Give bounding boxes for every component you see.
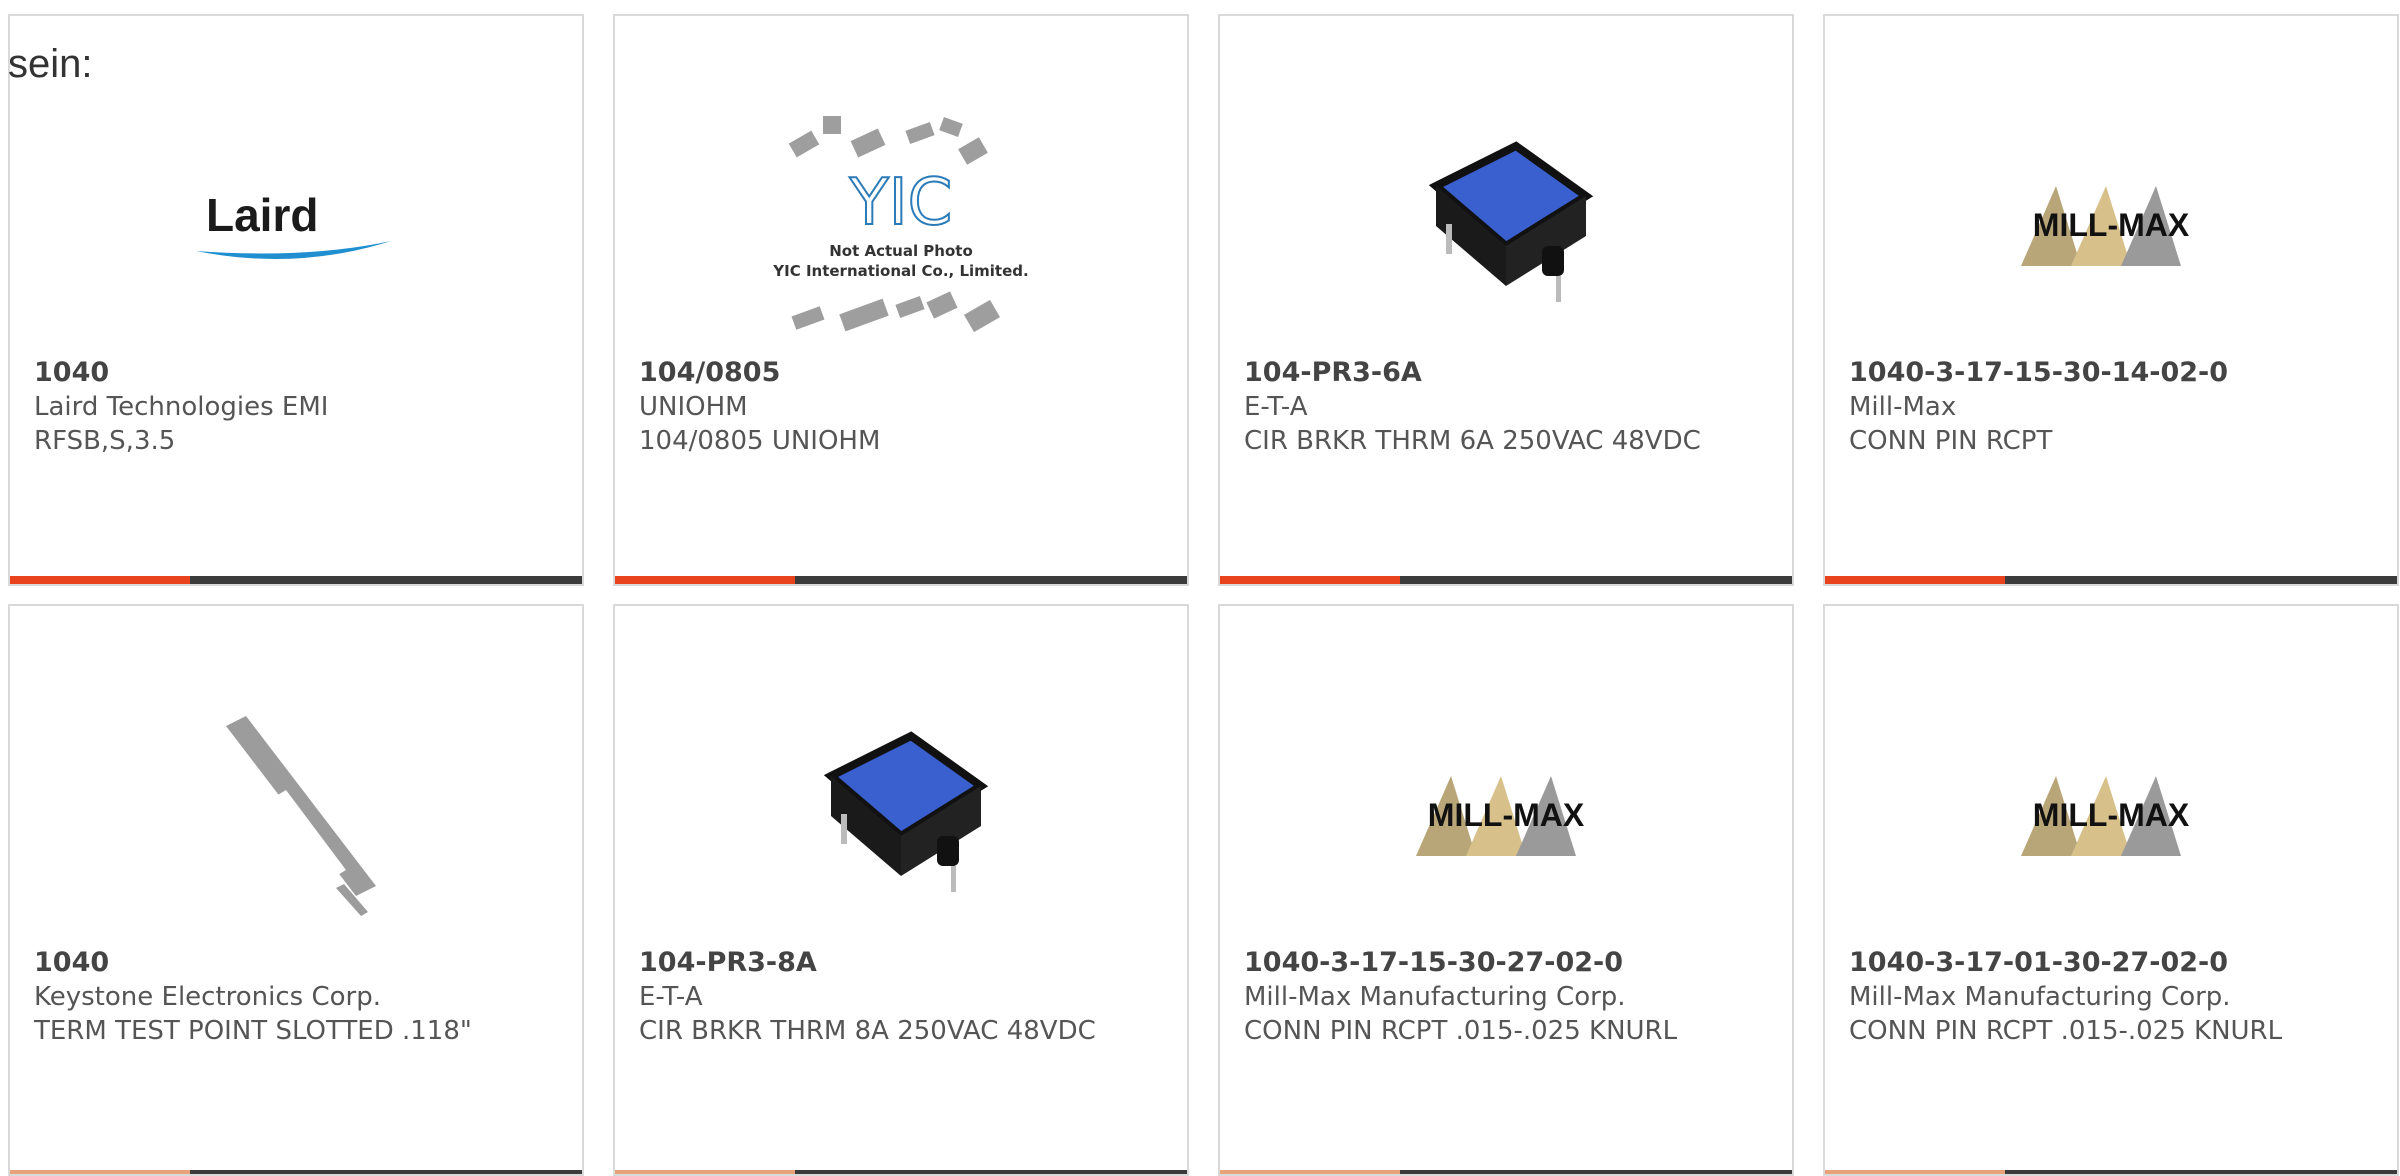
part-number[interactable]: 1040 xyxy=(34,946,558,980)
part-number[interactable]: 1040-3-17-01-30-27-02-0 xyxy=(1849,946,2373,980)
part-number[interactable]: 104-PR3-6A xyxy=(1244,356,1768,390)
circuit-breaker-image xyxy=(615,686,1187,946)
manufacturer: E-T-A xyxy=(1244,392,1308,422)
yic-logo-text: YIC xyxy=(849,166,953,240)
description: RFSB,S,3.5 xyxy=(34,426,176,456)
product-card[interactable]: 1040 Keystone Electronics Corp. TERM TES… xyxy=(8,604,584,1176)
part-number[interactable]: 1040-3-17-15-30-14-02-0 xyxy=(1849,356,2373,390)
card-bar xyxy=(1825,1170,2397,1174)
description: CIR BRKR THRM 6A 250VAC 48VDC xyxy=(1244,426,1701,456)
part-number[interactable]: 104/0805 xyxy=(639,356,1163,390)
mill-max-logo-image: MILL-MAX xyxy=(1825,686,2397,946)
part-number[interactable]: 1040-3-17-15-30-27-02-0 xyxy=(1244,946,1768,980)
photo-caption-2: YIC International Co., Limited. xyxy=(772,262,1028,280)
manufacturer: Mill-Max Manufacturing Corp. xyxy=(1849,982,2231,1012)
product-card[interactable]: 104-PR3-8A E-T-A CIR BRKR THRM 8A 250VAC… xyxy=(613,604,1189,1176)
circuit-breaker-image xyxy=(1220,96,1792,356)
product-card[interactable]: YIC Not Actual Photo YIC International C… xyxy=(613,14,1189,586)
mill-max-logo-text: MILL-MAX xyxy=(2033,207,2190,243)
mill-max-logo-text: MILL-MAX xyxy=(1428,797,1585,833)
laird-logo-image: Laird xyxy=(10,96,582,356)
card-bar xyxy=(1825,576,2397,584)
manufacturer: Keystone Electronics Corp. xyxy=(34,982,382,1012)
not-actual-photo-image: YIC Not Actual Photo YIC International C… xyxy=(615,96,1187,356)
product-card[interactable]: MILL-MAX 1040-3-17-15-30-27-02-0 Mill-Ma… xyxy=(1218,604,1794,1176)
description: CONN PIN RCPT xyxy=(1849,426,2053,456)
manufacturer: UNIOHM xyxy=(639,392,748,422)
manufacturer: Mill-Max xyxy=(1849,392,1957,422)
mill-max-logo-image: MILL-MAX xyxy=(1825,96,2397,356)
product-card[interactable]: Laird 1040 Laird Technologies EMI RFSB,S… xyxy=(8,14,584,586)
description: TERM TEST POINT SLOTTED .118" xyxy=(34,1016,472,1046)
mill-max-logo-image: MILL-MAX xyxy=(1220,686,1792,946)
manufacturer: Laird Technologies EMI xyxy=(34,392,329,422)
manufacturer: Mill-Max Manufacturing Corp. xyxy=(1244,982,1626,1012)
description: 104/0805 UNIOHM xyxy=(639,426,881,456)
laird-logo-text: Laird xyxy=(206,189,318,241)
card-bar xyxy=(1220,1170,1792,1174)
photo-caption-1: Not Actual Photo xyxy=(829,242,973,260)
card-bar xyxy=(615,1170,1187,1174)
description: CONN PIN RCPT .015-.025 KNURL xyxy=(1849,1016,2283,1046)
intro-text: sein: xyxy=(8,42,93,86)
manufacturer: E-T-A xyxy=(639,982,703,1012)
description: CIR BRKR THRM 8A 250VAC 48VDC xyxy=(639,1016,1096,1046)
description: CONN PIN RCPT .015-.025 KNURL xyxy=(1244,1016,1678,1046)
product-card[interactable]: MILL-MAX 1040-3-17-15-30-14-02-0 Mill-Ma… xyxy=(1823,14,2399,586)
card-bar xyxy=(10,576,582,584)
card-bar xyxy=(615,576,1187,584)
product-card[interactable]: MILL-MAX 1040-3-17-01-30-27-02-0 Mill-Ma… xyxy=(1823,604,2399,1176)
mill-max-logo-text: MILL-MAX xyxy=(2033,797,2190,833)
part-number[interactable]: 1040 xyxy=(34,356,558,390)
part-number[interactable]: 104-PR3-8A xyxy=(639,946,1163,980)
card-bar xyxy=(1220,576,1792,584)
card-bar xyxy=(10,1170,582,1174)
test-point-image xyxy=(10,686,582,946)
product-card[interactable]: 104-PR3-6A E-T-A CIR BRKR THRM 6A 250VAC… xyxy=(1218,14,1794,586)
